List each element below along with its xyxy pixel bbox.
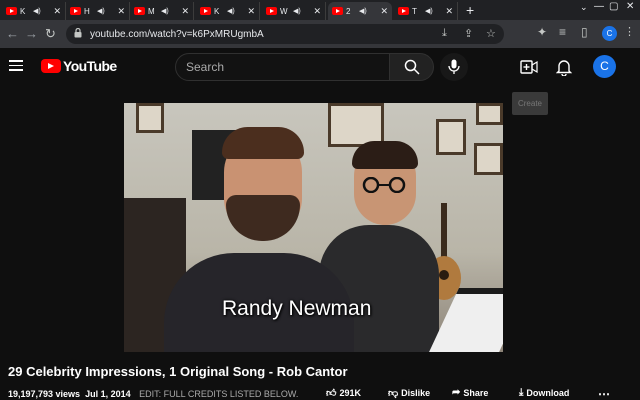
browser-profile-avatar[interactable]: C [602,26,617,41]
install-app-icon[interactable]: ⤓ [442,27,447,40]
close-tab-icon[interactable]: ✕ [53,6,61,17]
voice-search-button[interactable] [440,53,468,81]
reload-icon[interactable]: ↻ [45,26,56,42]
browser-menu-icon[interactable]: ⋮ [624,25,635,38]
video-meta[interactable]: 19,197,793 views Jul 1, 2014 EDIT: FULL … [8,389,298,399]
create-video-icon[interactable] [520,59,538,75]
upload-date: Jul 1, 2014 [85,389,131,399]
browser-tab-active[interactable]: 2 ◀) ✕ [328,2,392,20]
search-button[interactable] [389,53,434,81]
close-tab-icon[interactable]: ✕ [247,6,255,17]
browser-tab[interactable]: W ◀) ✕ [262,2,326,20]
microphone-icon [448,59,460,74]
close-window-icon[interactable]: ✕ [626,1,634,12]
browser-tab[interactable]: M ◀) ✕ [130,2,194,20]
thumbs-up-icon: 👍︎ [326,388,337,399]
tab-title: 2 [346,6,351,16]
dislike-button[interactable]: 👎︎ Dislike [388,387,430,399]
youtube-masthead: YouTube Search C [0,48,640,86]
description-preview[interactable]: EDIT: FULL CREDITS LISTED BELOW. [139,389,298,399]
lock-icon[interactable] [74,28,82,38]
thumbs-down-icon: 👎︎ [388,388,399,399]
more-actions-icon[interactable]: ⋯ [598,387,610,400]
search-input[interactable]: Search [175,53,390,81]
extensions-icon[interactable]: ✦ [537,25,547,39]
tab-title: K [214,6,220,16]
wall-picture-frame [474,143,503,175]
browser-tab[interactable]: H ◀) ✕ [66,2,130,20]
side-panel-icon[interactable]: ▯ [581,25,588,39]
like-count: 291K [339,388,361,398]
browser-tab[interactable]: T ◀) ✕ [394,2,458,20]
create-tooltip: Create [512,92,548,115]
browser-tab-strip: K ◀) ✕ H ◀) ✕ M ◀) ✕ K ◀) ✕ W ◀) ✕ 2 ◀) … [0,0,640,20]
speaker-icon[interactable]: ◀) [161,7,171,15]
maximize-icon[interactable]: ▢ [609,1,618,12]
youtube-wordmark: YouTube [63,58,117,74]
url-text[interactable]: youtube.com/watch?v=k6PxMRUgmbA [90,29,264,40]
speaker-icon[interactable]: ◀) [359,7,369,15]
close-tab-icon[interactable]: ✕ [313,6,321,17]
youtube-favicon-icon [134,7,145,15]
share-label: Share [463,387,489,398]
speaker-icon[interactable]: ◀) [425,7,435,15]
tab-title: T [412,6,417,16]
youtube-favicon-icon [6,7,17,15]
address-bar[interactable]: youtube.com/watch?v=k6PxMRUgmbA ⤓ ⇪ ☆ [66,24,504,44]
youtube-play-logo-icon [41,59,61,73]
dislike-label: Dislike [401,388,431,398]
speaker-icon[interactable]: ◀) [97,7,107,15]
share-button[interactable]: ➦ Share [452,387,488,398]
speaker-icon[interactable]: ◀) [293,7,303,15]
close-tab-icon[interactable]: ✕ [380,6,388,17]
notifications-bell-icon[interactable] [556,58,572,76]
tab-title: H [84,6,90,16]
media-queue-icon[interactable]: ≡ [559,25,566,39]
youtube-favicon-icon [398,7,409,15]
wall-picture-frame [476,103,503,125]
close-tab-icon[interactable]: ✕ [445,6,453,17]
video-player[interactable]: Randy Newman [124,103,503,352]
speaker-icon[interactable]: ◀) [227,7,237,15]
youtube-favicon-icon [332,7,343,15]
tab-title: K [20,6,26,16]
close-tab-icon[interactable]: ✕ [181,6,189,17]
close-tab-icon[interactable]: ✕ [117,6,125,17]
forward-icon[interactable]: → [25,26,38,41]
youtube-favicon-icon [70,7,81,15]
download-label: Download [526,387,570,398]
browser-tab[interactable]: K ◀) ✕ [2,2,66,20]
browser-toolbar: ← → ↻ youtube.com/watch?v=k6PxMRUgmbA ⤓ … [0,20,640,48]
youtube-favicon-icon [266,7,277,15]
bookmark-star-icon[interactable]: ☆ [486,27,496,40]
like-button[interactable]: 👍︎ 291K [326,387,361,399]
browser-tab[interactable]: K ◀) ✕ [196,2,260,20]
download-button[interactable]: ⤓ Download [519,387,569,398]
search-icon [404,59,420,75]
youtube-logo[interactable]: YouTube [41,58,117,74]
youtube-favicon-icon [200,7,211,15]
back-icon[interactable]: ← [6,26,19,41]
share-arrow-icon: ➦ [452,387,461,398]
tab-title: W [280,6,288,16]
wall-picture-frame [136,103,164,133]
glasses [362,177,406,193]
new-tab-icon[interactable]: + [466,2,474,18]
speaker-icon[interactable]: ◀) [33,7,43,15]
video-title: 29 Celebrity Impressions, 1 Original Son… [8,364,348,379]
minimize-icon[interactable]: — [594,1,604,12]
hamburger-menu-icon[interactable] [9,60,23,71]
share-page-icon[interactable]: ⇪ [464,27,473,40]
tab-title: M [148,6,155,16]
download-icon: ⤓ [519,387,524,398]
tab-search-icon[interactable]: ⌄ [580,2,588,13]
account-avatar[interactable]: C [593,55,616,78]
view-count: 19,197,793 views [8,389,81,399]
video-caption-overlay: Randy Newman [222,297,372,320]
